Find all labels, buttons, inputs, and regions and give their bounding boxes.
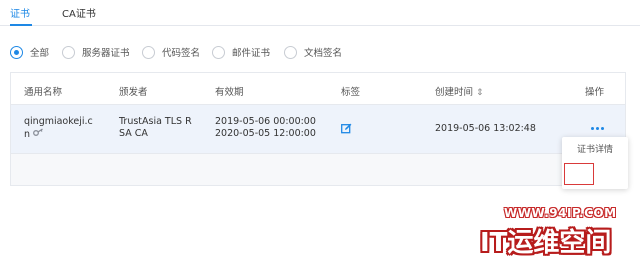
watermark-brand: IT运维空间 [480,228,612,258]
tab-bar: 证书 CA证书 [0,0,640,26]
filter-server-cert-label: 服务器证书 [82,48,130,59]
common-name-line2: n [24,129,31,140]
column-issuer: 颁发者 [119,87,148,98]
cell-created-time: 2019-05-06 13:02:48 [435,123,536,134]
table-empty-row [11,153,625,185]
radio-unchecked-icon [62,45,75,59]
filter-doc-sign-label: 文档签名 [304,48,343,59]
watermark-url: WWW.94IP.COM [504,206,617,220]
filter-all-radio[interactable]: 全部 [10,44,49,60]
filter-server-cert-radio[interactable]: 服务器证书 [62,44,130,60]
column-common-name: 通用名称 [24,87,63,98]
filter-email-cert-radio[interactable]: 邮件证书 [212,44,270,60]
certificate-table: 通用名称 颁发者 有效期 标签 创建时间 ⇕ 操作 qingmiaokeji.c … [10,72,626,186]
radio-unchecked-icon [142,45,155,59]
edit-tags-icon[interactable] [341,123,352,137]
watermark: WWW.94IP.COM IT运维空间 [470,200,640,260]
more-actions-icon[interactable] [591,127,604,130]
column-created-time-label: 创建时间 [435,87,474,98]
filter-all-label: 全部 [30,48,50,59]
column-created-time[interactable]: 创建时间 ⇕ [435,84,484,98]
cell-common-name: qingmiaokeji.c n [24,116,93,141]
column-actions: 操作 [585,87,605,98]
radio-unchecked-icon [212,45,225,59]
issuer-line2: SA CA [119,128,148,139]
filter-code-sign-radio[interactable]: 代码签名 [142,44,200,60]
filter-code-sign-label: 代码签名 [162,48,201,59]
valid-from: 2019-05-06 00:00:00 [215,116,316,127]
issuer-line1: TrustAsia TLS R [119,116,192,127]
sort-updown-icon[interactable]: ⇕ [476,88,484,98]
valid-to: 2020-05-05 12:00:00 [215,128,316,139]
tab-certificates[interactable]: 证书 [10,5,30,20]
active-tab-indicator [10,24,32,26]
radio-unchecked-icon [284,45,297,59]
table-header: 通用名称 颁发者 有效期 标签 创建时间 ⇕ 操作 [11,73,625,105]
common-name-line1: qingmiaokeji.c [24,116,93,127]
cell-validity: 2019-05-06 00:00:00 2020-05-05 12:00:00 [215,116,316,140]
radio-checked-icon [10,45,23,59]
filter-email-cert-label: 邮件证书 [232,48,271,59]
column-tags: 标签 [341,87,361,98]
table-row: qingmiaokeji.c n TrustAsia TLS R SA CA 2… [11,105,625,153]
filter-doc-sign-radio[interactable]: 文档签名 [284,44,342,60]
action-dropdown-menu: 证书详情 [562,137,628,189]
cell-issuer: TrustAsia TLS R SA CA [119,116,192,140]
highlight-box [564,163,594,185]
column-validity: 有效期 [215,87,244,98]
key-icon [33,128,43,141]
tab-ca-certificates[interactable]: CA证书 [62,5,96,20]
menu-item-certificate-details[interactable]: 证书详情 [562,139,628,161]
